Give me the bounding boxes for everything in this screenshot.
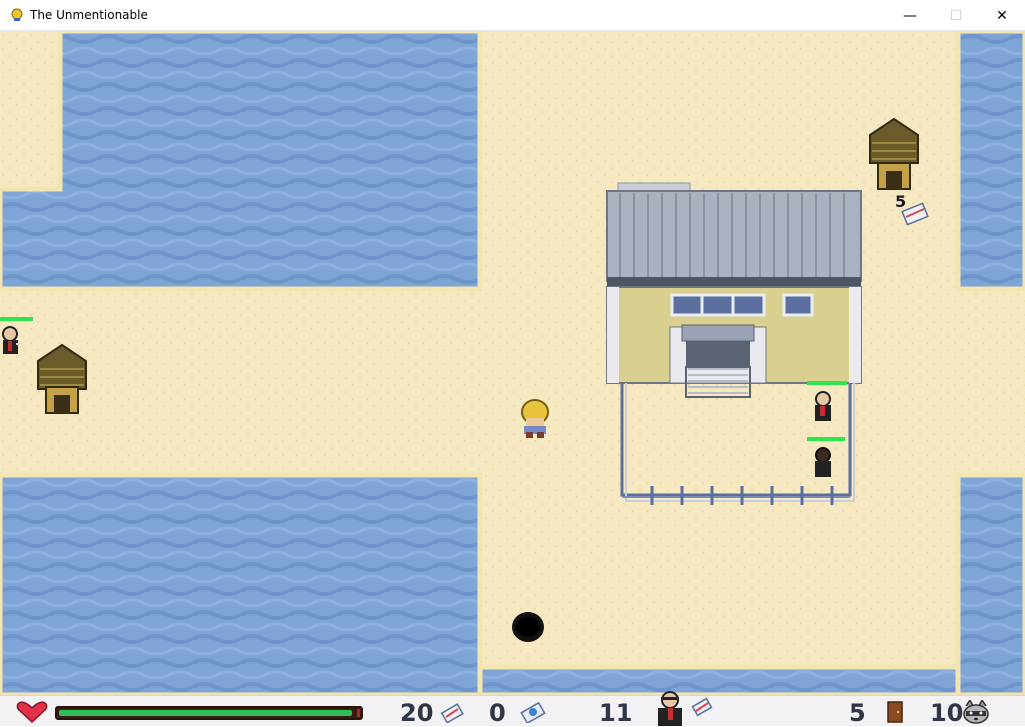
close-button[interactable]: ✕ [979, 0, 1025, 31]
door-icon [887, 701, 903, 723]
door-count: 5 [849, 699, 866, 727]
warehouse-building [606, 182, 862, 398]
hud-bar: 20 0 11 5 10 [0, 691, 1025, 727]
game-map [0, 31, 1025, 695]
enemy-count: 11 [599, 699, 633, 727]
window-titlebar: The Unmentionable — ☐ ✕ [0, 0, 1025, 31]
hut-left [37, 343, 87, 414]
tissue-box-icon [440, 703, 464, 723]
water-bottom-left [0, 472, 483, 695]
health-bar-cap [357, 709, 360, 717]
hut-top-right [869, 117, 919, 190]
water-top-right [955, 31, 1025, 292]
pill-box-icon [520, 701, 546, 723]
raccoon-icon [963, 700, 989, 724]
health-bar [55, 706, 363, 720]
pickup-count-label: 5 [895, 192, 907, 211]
enemy-with-tissue-icon [658, 691, 713, 726]
game-viewport[interactable]: 5 [0, 31, 1025, 695]
player-character [521, 399, 549, 438]
raccoon-count: 10 [930, 699, 964, 727]
maximize-button[interactable]: ☐ [933, 0, 979, 31]
minimize-button[interactable]: — [887, 0, 933, 31]
tissue-count: 20 [400, 699, 434, 727]
app-icon [11, 8, 23, 21]
pill-count: 0 [489, 699, 506, 727]
water-bottom-right [955, 472, 1025, 695]
heart-icon [16, 701, 48, 723]
hole [512, 612, 544, 642]
window-title: The Unmentionable [30, 8, 148, 22]
water-bottom-strip [477, 664, 961, 695]
health-bar-fill [59, 710, 352, 716]
water-top-left [0, 31, 483, 292]
